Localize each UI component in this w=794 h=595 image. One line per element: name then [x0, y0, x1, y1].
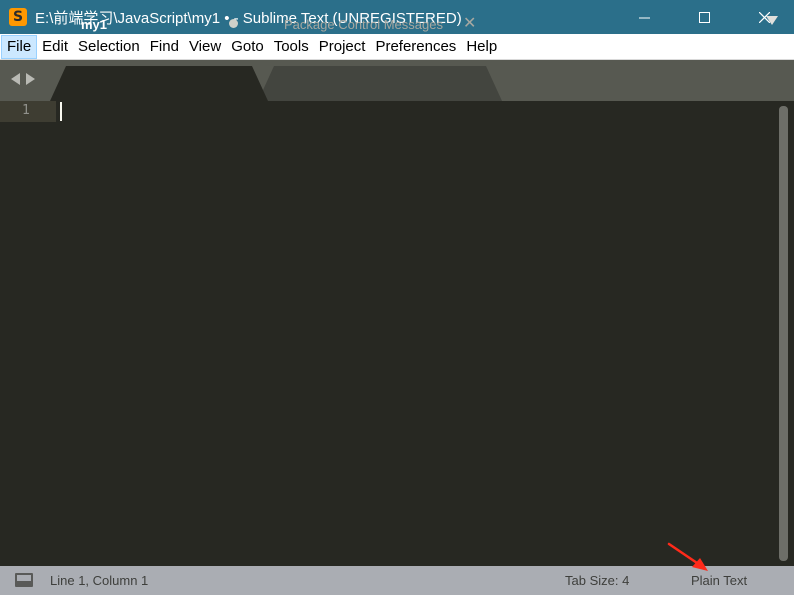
scrollbar-thumb[interactable] — [779, 106, 788, 561]
menu-goto[interactable]: Goto — [226, 35, 269, 59]
menu-bar: File Edit Selection Find View Goto Tools… — [0, 34, 794, 60]
line-number: 1 — [22, 103, 30, 118]
maximize-button[interactable] — [674, 0, 734, 34]
tab-package-control-messages-label: Package Control Messages — [284, 17, 443, 32]
minimize-button[interactable] — [614, 0, 674, 34]
tab-close-icon[interactable]: ✕ — [463, 13, 476, 32]
maximize-icon — [698, 11, 710, 23]
syntax-selector[interactable]: Plain Text — [691, 573, 747, 588]
menu-help[interactable]: Help — [461, 35, 502, 59]
editor-area[interactable]: 1 — [0, 101, 794, 566]
menu-preferences[interactable]: Preferences — [370, 35, 461, 59]
sublime-text-window: S E:\前端学习\JavaScript\my1 • - Sublime Tex… — [0, 0, 794, 595]
minimize-icon — [638, 17, 650, 18]
annotation-arrow-icon — [667, 542, 708, 571]
vertical-scrollbar[interactable] — [779, 106, 788, 561]
menu-file[interactable]: File — [1, 34, 38, 59]
tab-prev-arrow-icon[interactable] — [11, 73, 20, 85]
panel-toggle-icon[interactable] — [15, 573, 33, 587]
menu-tools[interactable]: Tools — [269, 35, 314, 59]
tab-my1-label: my1 — [81, 17, 108, 32]
close-window-button[interactable] — [734, 0, 794, 34]
menu-view[interactable]: View — [184, 35, 226, 59]
text-caret — [60, 102, 62, 121]
menu-selection[interactable]: Selection — [73, 35, 145, 59]
cursor-position: Line 1, Column 1 — [50, 573, 149, 588]
tab-navigation — [11, 73, 35, 85]
menu-project[interactable]: Project — [314, 35, 371, 59]
tab-package-control-messages[interactable] — [258, 66, 502, 101]
tab-next-arrow-icon[interactable] — [26, 73, 35, 85]
menu-find[interactable]: Find — [145, 35, 184, 59]
menu-edit[interactable]: Edit — [37, 35, 73, 59]
tab-list-dropdown-icon[interactable] — [766, 16, 778, 25]
tab-size-indicator[interactable]: Tab Size: 4 — [565, 573, 629, 588]
unsaved-dot-icon[interactable] — [229, 19, 238, 28]
gutter-current-line: 1 — [0, 101, 56, 122]
tab-bar — [0, 60, 794, 101]
tab-my1[interactable] — [50, 66, 268, 101]
sublime-text-app-icon: S — [9, 8, 27, 26]
